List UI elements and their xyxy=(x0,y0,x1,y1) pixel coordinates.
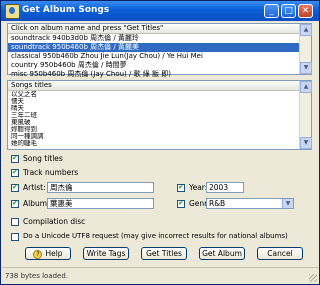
scroll-up-icon[interactable]: ▲ xyxy=(300,24,312,36)
help-button[interactable]: ? Help xyxy=(25,247,71,260)
compilation-label: Compilation disc xyxy=(23,217,86,226)
song-list-item[interactable]: 她的睫毛 xyxy=(8,140,311,147)
artist-checkbox[interactable] xyxy=(11,183,19,192)
track-numbers-checkbox[interactable] xyxy=(11,168,19,177)
scroll-up-icon[interactable]: ▲ xyxy=(300,81,312,93)
genre-value: R&B xyxy=(209,199,226,208)
album-list-item[interactable]: soundtrack 950b460b 周杰倫 / 黃麗美 xyxy=(8,43,311,52)
close-button[interactable]: ✕ xyxy=(298,4,313,18)
song-list-item[interactable]: 東風破 xyxy=(8,119,311,126)
album-list-header: Click on album name and press "Get Title… xyxy=(8,24,311,34)
song-list-item[interactable]: 以父之名 xyxy=(8,91,311,98)
status-text: 738 bytes loaded. xyxy=(5,272,69,280)
song-list-item[interactable]: 懦夫 xyxy=(8,98,311,105)
get-album-songs-window: Get Album Songs _ □ ✕ Click on album nam… xyxy=(0,0,320,285)
album-list-item[interactable]: misc 950b460b 周杰倫 (Jay Chou) / 歌 綠 飯 即) xyxy=(8,70,311,79)
genre-checkbox[interactable] xyxy=(177,199,185,208)
year-field[interactable]: 2003 xyxy=(206,182,244,193)
genre-select[interactable]: R&B ▼ xyxy=(206,198,294,209)
unicode-checkbox[interactable] xyxy=(11,233,19,241)
song-list-item[interactable]: 晴天 xyxy=(8,105,311,112)
write-tags-button[interactable]: Write Tags xyxy=(83,247,129,260)
album-label: Album: xyxy=(23,199,50,208)
album-list-scrollbar[interactable]: ▲ ▼ xyxy=(299,24,312,74)
help-label: Help xyxy=(45,249,63,258)
artist-field[interactable]: 周杰倫 xyxy=(47,182,154,193)
window-title: Get Album Songs xyxy=(22,5,110,15)
songs-list[interactable]: Songs titles 以父之名 懦夫 晴天 三年二班 東風破 妳聽得到 同一種調調 她的睫… xyxy=(7,80,312,150)
year-checkbox[interactable] xyxy=(177,183,185,192)
song-titles-label: Song titles xyxy=(23,154,63,163)
year-label: Year: xyxy=(189,183,208,192)
compilation-checkbox[interactable] xyxy=(11,218,19,226)
album-list[interactable]: Click on album name and press "Get Title… xyxy=(7,23,312,78)
scroll-down-icon[interactable]: ▼ xyxy=(300,137,312,149)
status-bar: 738 bytes loaded. xyxy=(1,267,319,284)
maximize-button[interactable]: □ xyxy=(281,4,296,18)
songs-list-scrollbar[interactable]: ▲ ▼ xyxy=(299,81,312,149)
album-list-item[interactable]: soundtrack 940b3d0b 周杰倫 / 黃麗玲 xyxy=(8,34,311,43)
album-list-item[interactable]: classical 950b460b Zhou Jie Lun(Jay Chou… xyxy=(8,52,311,61)
artist-label: Artist: xyxy=(23,183,46,192)
minimize-button[interactable]: _ xyxy=(264,4,279,18)
resize-grip-icon[interactable] xyxy=(309,274,317,282)
song-list-item[interactable]: 妳聽得到 xyxy=(8,126,311,133)
scroll-down-icon[interactable]: ▼ xyxy=(300,62,312,74)
album-checkbox[interactable] xyxy=(11,199,19,208)
track-numbers-label: Track numbers xyxy=(23,168,79,177)
get-titles-button[interactable]: Get Titles xyxy=(141,247,187,260)
songs-list-header: Songs titles xyxy=(8,81,311,91)
get-album-button[interactable]: Get Album xyxy=(199,247,245,260)
song-list-item[interactable]: 同一種調調 xyxy=(8,133,311,140)
song-list-item[interactable]: 三年二班 xyxy=(8,112,311,119)
unicode-label: Do a Unicode UTF8 request (may give inco… xyxy=(23,232,288,240)
chevron-down-icon[interactable]: ▼ xyxy=(282,199,293,208)
cancel-button[interactable]: Cancel xyxy=(257,247,303,260)
help-icon: ? xyxy=(33,249,43,259)
album-list-item[interactable]: country 950b460b 周杰倫 / 時間夢 xyxy=(8,61,311,70)
app-icon xyxy=(5,4,20,19)
title-bar[interactable]: Get Album Songs _ □ ✕ xyxy=(1,1,319,21)
album-field[interactable]: 葉惠美 xyxy=(47,198,154,209)
song-titles-checkbox[interactable] xyxy=(11,154,19,163)
